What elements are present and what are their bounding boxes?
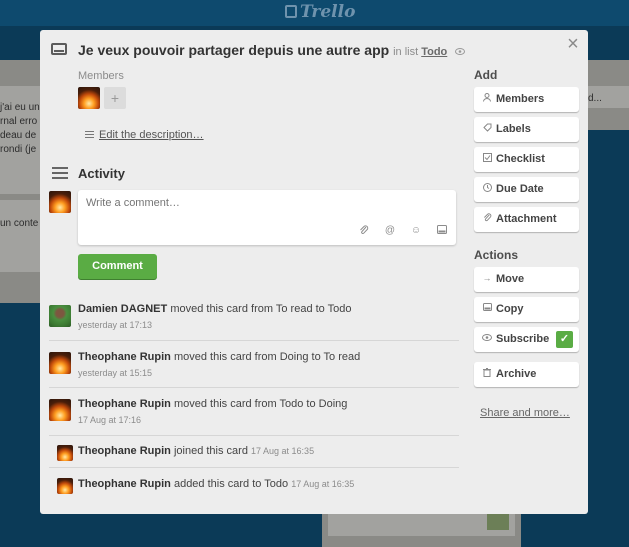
paperclip-icon: [482, 213, 492, 224]
activity-title: Activity: [78, 166, 125, 181]
activity-text: Theophane Rupin moved this card from Tod…: [78, 398, 347, 410]
activity-time[interactable]: yesterday at 17:13: [78, 320, 152, 330]
trello-logo-icon: [285, 5, 297, 18]
subscribe-button[interactable]: Subscribe ✓: [474, 327, 579, 352]
subscribed-check-icon: ✓: [556, 331, 573, 348]
activity-user[interactable]: Theophane Rupin: [78, 351, 171, 363]
activity-action: moved this card from Todo to Doing: [173, 398, 348, 410]
background-card-line: rondi (je: [0, 144, 37, 155]
activity-action: joined this card: [173, 445, 248, 457]
comment-input[interactable]: [86, 197, 336, 209]
comment-box[interactable]: @ ☺: [78, 190, 456, 245]
activity-time[interactable]: 17 Aug at 16:35: [291, 479, 354, 489]
tag-icon: [482, 123, 492, 134]
close-icon[interactable]: ×: [565, 34, 581, 54]
card-link-icon[interactable]: [436, 225, 448, 238]
in-list-label: in list Todo: [393, 46, 447, 58]
attachment-button-label: Attachment: [496, 213, 557, 225]
copy-icon: [482, 303, 492, 313]
activity-action: moved this card from Doing to To read: [173, 351, 361, 363]
activity-text: Theophane Rupin moved this card from Doi…: [78, 351, 360, 363]
avatar[interactable]: [49, 305, 71, 327]
description-icon: [85, 131, 94, 140]
background-card-line: rnal erro: [0, 116, 38, 127]
avatar[interactable]: [57, 445, 73, 461]
card-detail-modal: × Je veux pouvoir partager depuis une au…: [40, 30, 588, 514]
move-button-label: Move: [496, 273, 525, 285]
subscribe-button-label: Subscribe: [496, 333, 550, 345]
avatar[interactable]: [78, 87, 100, 109]
due-date-button[interactable]: Due Date: [474, 177, 579, 202]
activity-text: Damien DAGNET moved this card from To re…: [78, 303, 352, 315]
activity-user[interactable]: Theophane Rupin: [78, 478, 171, 490]
archive-button[interactable]: Archive: [474, 362, 579, 387]
background-card-line: un conte: [0, 218, 39, 229]
list-link[interactable]: Todo: [421, 46, 447, 58]
archive-button-label: Archive: [496, 368, 537, 380]
in-list-prefix: in list: [393, 46, 419, 58]
avatar[interactable]: [49, 399, 71, 421]
comment-button[interactable]: Comment: [78, 254, 157, 279]
trash-icon: [482, 368, 492, 379]
activity-time[interactable]: yesterday at 15:15: [78, 368, 152, 378]
comment-toolbar: @ ☺: [358, 225, 448, 238]
members-label: Members: [78, 70, 124, 82]
members-button-label: Members: [496, 93, 545, 105]
background-card-left: j'ai eu un rnal erro deau de rondi (je: [0, 86, 40, 194]
actions-heading: Actions: [474, 248, 519, 262]
due-date-button-label: Due Date: [496, 183, 544, 195]
share-and-more-link[interactable]: Share and more…: [480, 407, 570, 419]
divider: [49, 467, 459, 468]
background-card-line: deau de: [0, 130, 37, 141]
activity-user[interactable]: Theophane Rupin: [78, 398, 171, 410]
card-title[interactable]: Je veux pouvoir partager depuis une autr…: [78, 42, 466, 58]
trello-logo[interactable]: Trello: [285, 2, 355, 22]
activity-text: Theophane Rupin added this card to Todo …: [78, 478, 354, 490]
labels-button-label: Labels: [496, 123, 531, 135]
background-card-left-2: un conte: [0, 200, 40, 272]
background-card-right: d...: [588, 86, 629, 108]
activity-action: added this card to Todo: [173, 478, 289, 490]
card-icon: [51, 43, 67, 55]
checkbox-icon: [482, 153, 492, 164]
activity-user[interactable]: Theophane Rupin: [78, 445, 171, 457]
background-card-line: j'ai eu un: [0, 102, 40, 113]
divider: [49, 340, 459, 341]
activity-text: Theophane Rupin joined this card 17 Aug …: [78, 445, 314, 457]
activity-user[interactable]: Damien DAGNET: [78, 303, 167, 315]
attachment-button[interactable]: Attachment: [474, 207, 579, 232]
background-card-thumbnail: [487, 514, 509, 530]
person-icon: [482, 93, 492, 104]
copy-button[interactable]: Copy: [474, 297, 579, 322]
activity-action: moved this card from To read to Todo: [170, 303, 352, 315]
checklist-button-label: Checklist: [496, 153, 545, 165]
emoji-icon[interactable]: ☺: [410, 225, 422, 238]
clock-icon: [482, 183, 492, 194]
avatar: [49, 191, 71, 213]
divider: [49, 387, 459, 388]
eye-icon: [482, 333, 492, 343]
activity-time[interactable]: 17 Aug at 17:16: [78, 415, 141, 425]
edit-description-link[interactable]: Edit the description…: [99, 129, 204, 141]
copy-button-label: Copy: [496, 303, 524, 315]
background-card-line: d...: [588, 93, 602, 104]
activity-icon: [52, 167, 68, 182]
activity-time[interactable]: 17 Aug at 16:35: [251, 446, 314, 456]
add-member-button[interactable]: +: [104, 87, 126, 109]
add-heading: Add: [474, 68, 498, 82]
labels-button[interactable]: Labels: [474, 117, 579, 142]
checklist-button[interactable]: Checklist: [474, 147, 579, 172]
logo-text: Trello: [300, 2, 356, 22]
members-button[interactable]: Members: [474, 87, 579, 112]
arrow-right-icon: →: [482, 273, 492, 283]
card-title-text[interactable]: Je veux pouvoir partager depuis une autr…: [78, 42, 389, 58]
move-button[interactable]: → Move: [474, 267, 579, 292]
avatar[interactable]: [57, 478, 73, 494]
mention-icon[interactable]: @: [384, 225, 396, 238]
divider: [49, 435, 459, 436]
attachment-icon[interactable]: [358, 225, 370, 238]
avatar[interactable]: [49, 352, 71, 374]
app-header: Trello: [0, 0, 629, 26]
eye-icon: [455, 46, 466, 58]
